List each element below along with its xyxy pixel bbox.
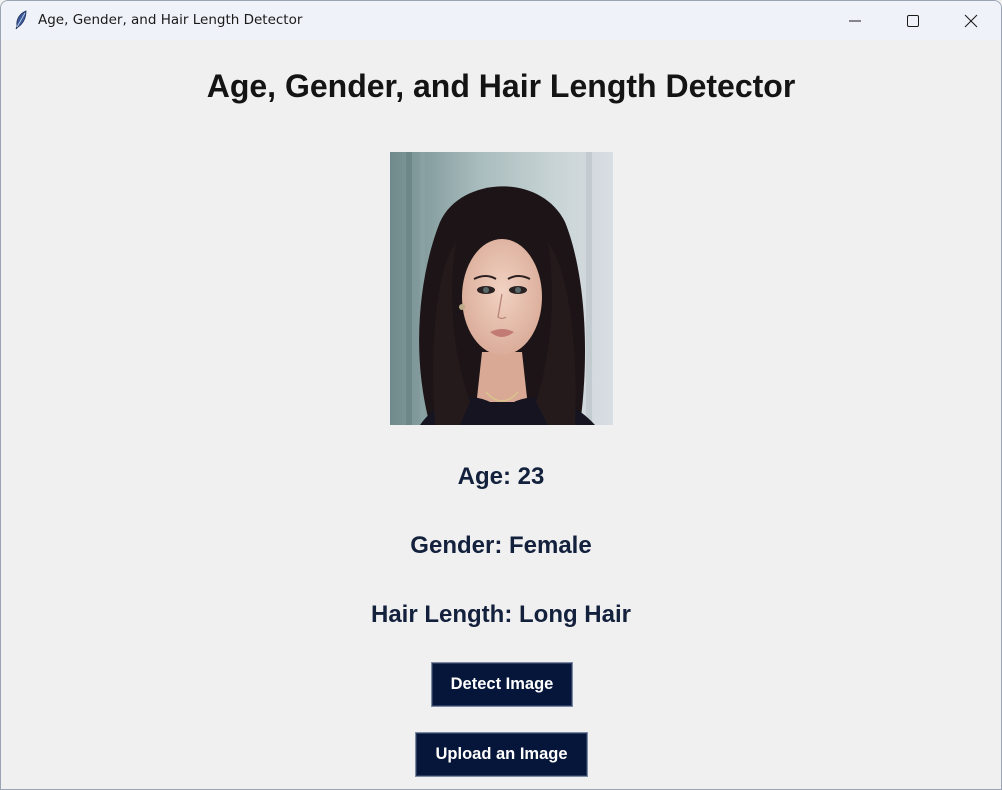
detect-image-button[interactable]: Detect Image: [431, 662, 573, 707]
maximize-icon: [907, 15, 919, 27]
feather-icon: [13, 10, 29, 30]
upload-image-button[interactable]: Upload an Image: [415, 732, 588, 777]
close-button[interactable]: [942, 1, 1000, 40]
window-title: Age, Gender, and Hair Length Detector: [38, 12, 303, 28]
minimize-icon: [849, 20, 861, 22]
main-content: Age, Gender, and Hair Length Detector Ag…: [1, 40, 1001, 789]
age-result: Age: 23: [457, 463, 545, 490]
gender-result: Gender: Female: [410, 532, 592, 559]
close-icon: [964, 14, 978, 28]
hair-length-result: Hair Length: Long Hair: [371, 601, 631, 628]
portrait-photo: [390, 152, 613, 425]
maximize-button[interactable]: [884, 1, 942, 40]
app-window: Age, Gender, and Hair Length Detector Ag…: [0, 0, 1002, 790]
page-title: Age, Gender, and Hair Length Detector: [206, 68, 796, 104]
title-bar[interactable]: Age, Gender, and Hair Length Detector: [1, 1, 1001, 40]
minimize-button[interactable]: [826, 1, 884, 40]
